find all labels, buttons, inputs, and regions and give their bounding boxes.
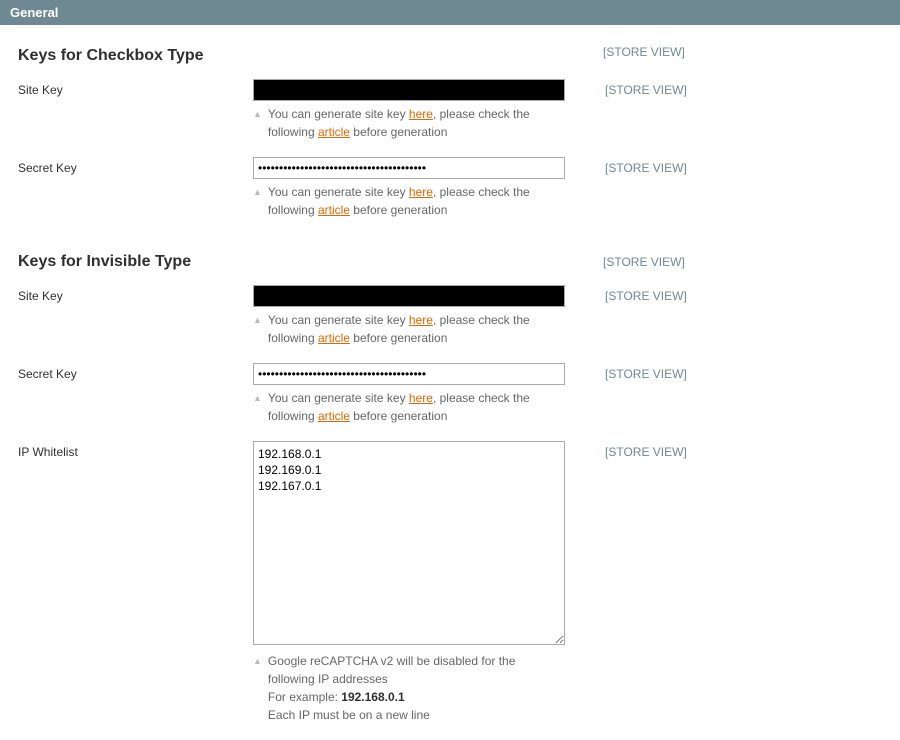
link-article[interactable]: article [318,331,350,345]
scope-label: [STORE VIEW] [573,235,685,285]
heading-checkbox-keys: Keys for Checkbox Type [18,47,573,65]
triangle-up-icon: ▲ [253,108,262,122]
label-invisible-secret-key: Secret Key [18,363,253,381]
textarea-ip-whitelist[interactable] [253,441,565,645]
help-invisible-site-key: ▲ You can generate site key here, please… [253,307,565,359]
help-text: before generation [350,409,447,423]
scope-label: [STORE VIEW] [575,363,687,381]
help-ip-whitelist: ▲ Google reCAPTCHA v2 will be disabled f… [253,648,565,726]
triangle-up-icon: ▲ [253,392,262,406]
link-here[interactable]: here [409,185,433,199]
triangle-up-icon: ▲ [253,655,262,669]
scope-label: [STORE VIEW] [575,285,687,303]
link-article[interactable]: article [318,409,350,423]
input-invisible-secret-key[interactable] [253,363,565,385]
triangle-up-icon: ▲ [253,314,262,328]
scope-label: [STORE VIEW] [575,441,687,459]
help-text: You can generate site key [268,185,409,199]
scope-label: [STORE VIEW] [573,43,685,79]
link-here[interactable]: here [409,391,433,405]
label-checkbox-secret-key: Secret Key [18,157,253,175]
input-invisible-site-key[interactable] [253,285,565,307]
help-text: Each IP must be on a new line [268,708,430,722]
link-here[interactable]: here [409,107,433,121]
config-content: Keys for Checkbox Type [STORE VIEW] Site… [0,25,900,740]
help-checkbox-site-key: ▲ You can generate site key here, please… [253,101,565,153]
label-invisible-site-key: Site Key [18,285,253,303]
help-text: For example: [268,690,341,704]
help-text: You can generate site key [268,313,409,327]
help-text: You can generate site key [268,391,409,405]
help-text: before generation [350,331,447,345]
help-text: before generation [350,203,447,217]
label-checkbox-site-key: Site Key [18,79,253,97]
help-text: Google reCAPTCHA v2 will be disabled for… [268,654,515,686]
link-article[interactable]: article [318,125,350,139]
link-here[interactable]: here [409,313,433,327]
label-ip-whitelist: IP Whitelist [18,441,253,459]
input-checkbox-secret-key[interactable] [253,157,565,179]
help-text: before generation [350,125,447,139]
help-example: 192.168.0.1 [341,690,404,704]
scope-label: [STORE VIEW] [575,157,687,175]
help-text: You can generate site key [268,107,409,121]
help-invisible-secret-key: ▲ You can generate site key here, please… [253,385,565,437]
section-header: General [0,0,900,25]
help-checkbox-secret-key: ▲ You can generate site key here, please… [253,179,565,231]
link-article[interactable]: article [318,203,350,217]
scope-label: [STORE VIEW] [575,79,687,97]
heading-invisible-keys: Keys for Invisible Type [18,253,573,271]
input-checkbox-site-key[interactable] [253,79,565,101]
triangle-up-icon: ▲ [253,186,262,200]
